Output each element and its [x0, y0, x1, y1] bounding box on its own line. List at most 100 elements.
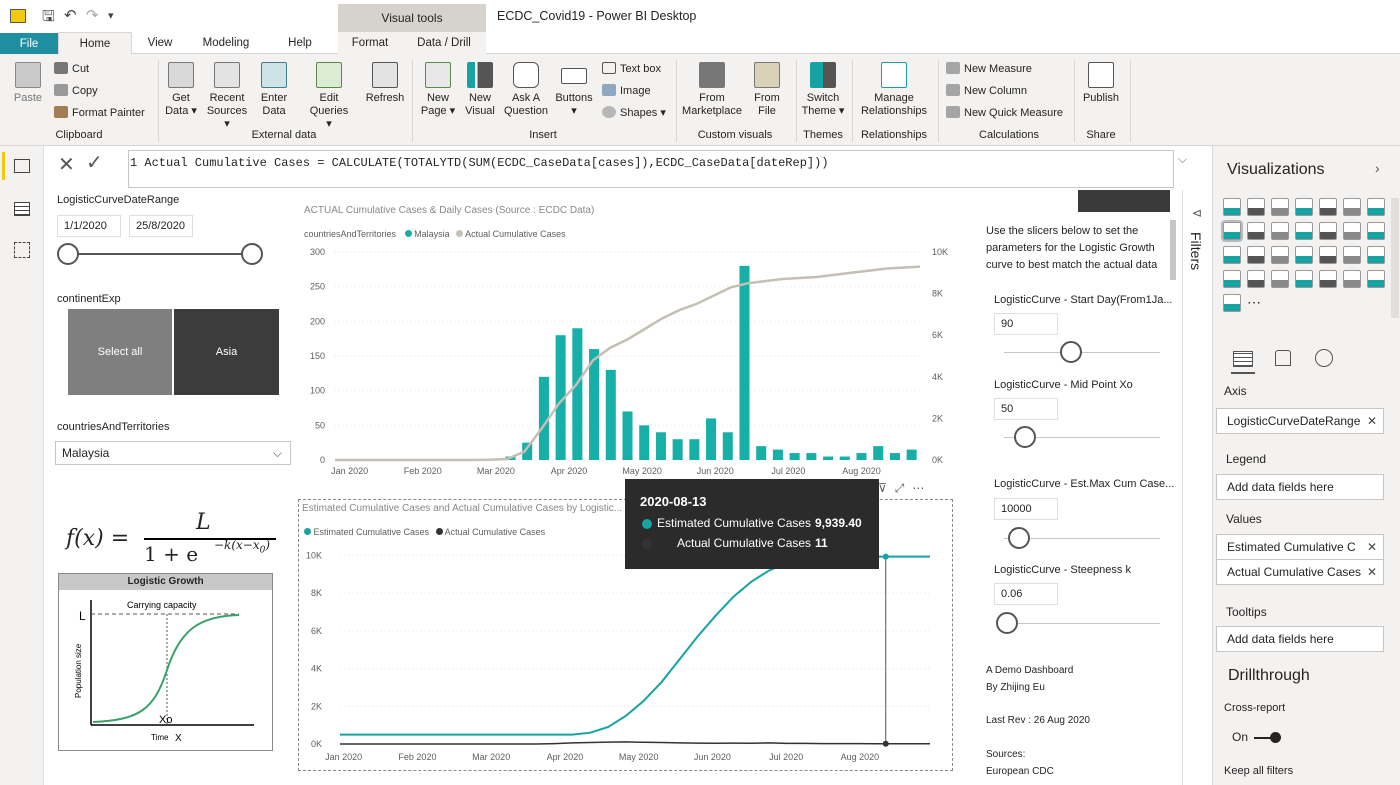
new-column-button[interactable]: New Column	[946, 84, 1027, 97]
tab-file[interactable]: File	[0, 33, 58, 55]
image-button[interactable]: Image	[602, 84, 651, 97]
visual-type-icon[interactable]	[1367, 246, 1385, 264]
save-icon[interactable]: 🖫	[42, 6, 55, 31]
visual-type-icon[interactable]	[1223, 246, 1241, 264]
visual-type-icon[interactable]	[1367, 270, 1385, 288]
date-from-input[interactable]: 1/1/2020	[57, 215, 121, 237]
visual-type-icon[interactable]	[1271, 246, 1289, 264]
remove-axis-icon[interactable]: ✕	[1367, 409, 1377, 433]
visual-type-icon[interactable]	[1295, 222, 1313, 240]
visual-type-icon[interactable]	[1367, 198, 1385, 216]
fields-tab-icon[interactable]	[1233, 351, 1253, 367]
asia-tile[interactable]: Asia	[174, 309, 279, 395]
visual-type-icon[interactable]	[1223, 270, 1241, 288]
visual-type-icon[interactable]	[1295, 198, 1313, 216]
tooltips-well[interactable]: Add data fields here	[1216, 626, 1384, 652]
cut-button[interactable]: Cut	[54, 62, 89, 75]
shapes-button[interactable]: Shapes ▾	[602, 106, 666, 119]
tab-home[interactable]: Home	[58, 32, 132, 55]
tab-modeling[interactable]: Modeling	[194, 32, 258, 54]
cancel-formula-icon[interactable]: ✕	[58, 152, 75, 177]
cross-report-toggle-knob[interactable]	[1270, 732, 1281, 743]
data-view-icon[interactable]	[14, 202, 30, 216]
start-day-input[interactable]: 90	[994, 313, 1058, 335]
undo-icon[interactable]: ↶	[64, 6, 77, 24]
tab-view[interactable]: View	[140, 32, 180, 54]
new-measure-button[interactable]: New Measure	[946, 62, 1032, 75]
visual-type-icon[interactable]	[1319, 198, 1337, 216]
formula-expand-icon[interactable]: ⌵	[1178, 152, 1187, 167]
legend-well[interactable]: Add data fields here	[1216, 474, 1384, 500]
remove-value2-icon[interactable]: ✕	[1367, 560, 1377, 584]
country-dropdown[interactable]: Malaysia ⌵	[55, 441, 291, 465]
redo-icon[interactable]: ↷	[86, 6, 99, 24]
max-cum-handle[interactable]	[1008, 527, 1030, 549]
new-quick-measure-button[interactable]: New Quick Measure	[946, 106, 1063, 119]
analytics-magnifier-icon[interactable]	[1315, 349, 1333, 367]
commit-formula-icon[interactable]: ✓	[86, 150, 103, 175]
quick-access-dropdown-icon[interactable]: ▾	[108, 9, 114, 22]
visual-type-icon[interactable]	[1271, 198, 1289, 216]
visual-type-icon[interactable]	[1343, 222, 1361, 240]
filter-pin-icon[interactable]: ⊲	[1192, 206, 1202, 220]
select-all-tile[interactable]: Select all	[68, 309, 172, 395]
format-painter-button[interactable]: Format Painter	[54, 106, 145, 119]
visual-type-icon[interactable]	[1223, 294, 1241, 312]
visual-type-icon[interactable]	[1295, 246, 1313, 264]
enter-data-button[interactable]: Enter Data	[256, 62, 292, 118]
daily-cases-chart[interactable]: 0 50 100 150 200 250 300 0K 2K 4K 6K 8K 10K Jan 2020 F…	[300, 240, 960, 480]
steepness-input[interactable]: 0.06	[994, 583, 1058, 605]
date-to-input[interactable]: 25/8/2020	[129, 215, 193, 237]
visual-type-icon[interactable]	[1319, 270, 1337, 288]
date-slider-end-handle[interactable]	[241, 243, 263, 265]
visual-type-icon[interactable]	[1271, 222, 1289, 240]
copy-button[interactable]: Copy	[54, 84, 98, 97]
manage-relationships-button[interactable]: Manage Relationships	[856, 62, 932, 118]
visual-type-icon[interactable]: ⋯	[1247, 294, 1265, 312]
get-data-button[interactable]: Get Data ▾	[163, 62, 199, 118]
model-view-icon[interactable]	[14, 242, 30, 258]
collapse-pane-icon[interactable]: ›	[1375, 160, 1380, 176]
visual-type-icon[interactable]	[1221, 220, 1243, 242]
steepness-handle[interactable]	[996, 612, 1018, 634]
filters-label[interactable]: Filters	[1188, 232, 1204, 270]
switch-theme-button[interactable]: Switch Theme ▾	[800, 62, 846, 118]
from-marketplace-button[interactable]: From Marketplace	[680, 62, 744, 118]
dax-formula-input[interactable]: 1 Actual Cumulative Cases = CALCULATE(TO…	[128, 150, 1174, 188]
paint-roller-icon[interactable]	[1275, 350, 1291, 366]
visual-type-icon[interactable]	[1367, 222, 1385, 240]
value-well-1[interactable]: Estimated Cumulative C ✕	[1216, 534, 1384, 560]
visual-header-icons[interactable]: ⊽⤢⋯	[878, 481, 932, 496]
visual-type-icon[interactable]	[1343, 270, 1361, 288]
midpoint-handle[interactable]	[1014, 426, 1036, 448]
visual-type-icon[interactable]	[1271, 270, 1289, 288]
buttons-button[interactable]: Buttons ▾	[552, 62, 596, 118]
new-visual-button[interactable]: New Visual	[462, 62, 498, 118]
value-well-2[interactable]: Actual Cumulative Cases ✕	[1216, 559, 1384, 585]
visual-type-icon[interactable]	[1247, 270, 1265, 288]
visual-type-icon[interactable]	[1319, 222, 1337, 240]
recent-sources-button[interactable]: Recent Sources ▾	[203, 62, 251, 131]
midpoint-input[interactable]: 50	[994, 398, 1058, 420]
visual-type-icon[interactable]	[1343, 198, 1361, 216]
max-cum-input[interactable]: 10000	[994, 498, 1058, 520]
visual-type-icon[interactable]	[1247, 246, 1265, 264]
report-view-icon[interactable]	[14, 159, 30, 173]
filters-pane-collapsed[interactable]	[1182, 190, 1212, 785]
visual-type-icon[interactable]	[1247, 222, 1265, 240]
visual-type-icon[interactable]	[1223, 198, 1241, 216]
from-file-button[interactable]: From File	[750, 62, 784, 118]
visual-type-icon[interactable]	[1247, 198, 1265, 216]
logistic-vs-actual-chart[interactable]: 0K 2K 4K 6K 8K 10K Jan 2020 Feb 2020 Mar 2020 Apr…	[300, 536, 955, 768]
viz-scrollbar[interactable]	[1391, 198, 1399, 318]
publish-button[interactable]: Publish	[1080, 62, 1122, 105]
text-box-button[interactable]: Text box	[602, 62, 661, 75]
visual-type-icon[interactable]	[1343, 246, 1361, 264]
remove-value1-icon[interactable]: ✕	[1367, 535, 1377, 559]
axis-well[interactable]: LogisticCurveDateRange ✕	[1216, 408, 1384, 434]
visual-type-icon[interactable]	[1295, 270, 1313, 288]
new-page-button[interactable]: New Page ▾	[418, 62, 458, 118]
date-slider-start-handle[interactable]	[57, 243, 79, 265]
visual-type-icon[interactable]	[1319, 246, 1337, 264]
paste-button[interactable]: Paste	[10, 62, 46, 105]
